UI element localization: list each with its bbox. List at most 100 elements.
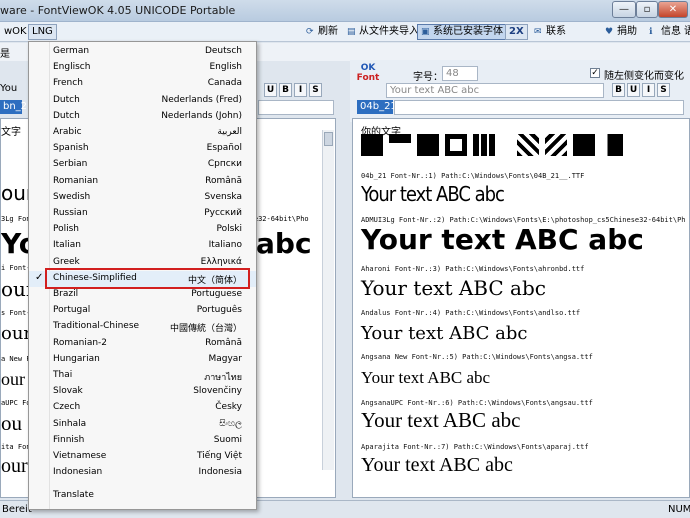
left-strike-button[interactable]: S xyxy=(309,83,322,97)
right-strike-button[interactable]: S xyxy=(657,83,670,97)
lng-button[interactable]: LNG xyxy=(28,24,57,40)
menu-item-native: ภาษาไทย xyxy=(204,373,242,383)
contact-icon: ✉ xyxy=(534,27,542,37)
menu-item-language[interactable]: Portugal Português xyxy=(29,303,256,319)
menu-item-language[interactable]: Serbian Српски xyxy=(29,157,256,173)
font-sample[interactable]: Your text ABC abc xyxy=(361,454,513,477)
menu-item-language[interactable]: French Canada xyxy=(29,76,256,92)
menu-item-language[interactable]: Spanish Español xyxy=(29,141,256,157)
scroll-thumb[interactable] xyxy=(324,132,333,146)
left-sample: our xyxy=(1,455,28,477)
menu-item-native: Deutsch xyxy=(204,46,242,56)
menu-item-language[interactable]: Romanian Română xyxy=(29,174,256,190)
right-font-dropdown[interactable] xyxy=(394,100,684,115)
right-bold-button[interactable]: B xyxy=(612,83,625,97)
menu-item-english: Romanian xyxy=(53,175,99,186)
menu-item-english: Arabic xyxy=(53,127,82,137)
menu-item-native: Română xyxy=(205,337,242,348)
right-selected-font[interactable]: 04b_21 xyxy=(357,100,397,114)
menu-item-native: Ελληνικά xyxy=(200,256,242,267)
menu-item-english: Serbian xyxy=(53,159,88,170)
info-button[interactable]: ℹ 信息 xyxy=(645,24,685,40)
menu-item-native: Svenska xyxy=(204,191,242,202)
right-underline-button[interactable]: U xyxy=(627,83,640,97)
menu-item-language[interactable]: Dutch Nederlands (Fred) xyxy=(29,93,256,109)
menu-item-native: Nederlands (John) xyxy=(161,110,242,121)
menu-item-native: Română xyxy=(205,175,242,186)
left-section-label: 文字 xyxy=(1,127,21,138)
menu-item-native: Indonesia xyxy=(198,467,242,478)
zoom-2x-button[interactable]: 2X xyxy=(505,24,528,40)
left-scrollbar[interactable] xyxy=(322,130,334,470)
right-italic-button[interactable]: I xyxy=(642,83,655,97)
left-input-fragment[interactable]: You xyxy=(0,83,28,99)
menu-item-language[interactable]: Dutch Nederlands (John) xyxy=(29,109,256,125)
font-sample[interactable]: Your text ABC abc xyxy=(361,408,520,433)
info-icon: ℹ xyxy=(649,27,653,37)
font-meta: Andalus Font-Nr.:4) Path:C:\Windows\Font… xyxy=(361,309,581,317)
maximize-button[interactable]: ▫ xyxy=(636,1,658,18)
import-folder-button[interactable]: ▤ 从文件夹导入 xyxy=(343,24,423,40)
menu-item-english: Hungarian xyxy=(53,353,100,364)
font-meta: 04b_21 Font-Nr.:1) Path:C:\Windows\Fonts… xyxy=(361,172,585,180)
menu-item-native: العربية xyxy=(217,127,242,137)
refresh-button[interactable]: ⟳ 刷新 xyxy=(302,24,342,40)
menu-item-language[interactable]: Thai ภาษาไทย xyxy=(29,368,256,384)
menu-item-language[interactable]: Traditional-Chinese 中國傳統（台灣） xyxy=(29,319,256,335)
fonts-icon: ▣ xyxy=(421,27,430,37)
menu-item-language[interactable]: Vietnamese Tiếng Việt xyxy=(29,449,256,465)
menu-item-language[interactable]: Englisch English xyxy=(29,60,256,76)
menu-item-language[interactable]: Polish Polski xyxy=(29,222,256,238)
font-sample[interactable]: Your text ABC abc xyxy=(361,276,546,300)
menu-item-english: Finnish xyxy=(53,434,85,445)
minimize-button[interactable]: — xyxy=(612,1,636,18)
contact-button[interactable]: ✉ 联系 xyxy=(530,24,570,40)
menu-item-translate[interactable]: Translate xyxy=(29,488,256,504)
font-sample[interactable]: Your text ABC abc xyxy=(361,368,490,388)
font-sample[interactable]: Your text ABC abc xyxy=(361,323,527,344)
donate-button[interactable]: ♥ 捐助 xyxy=(601,24,641,40)
menu-item-native: Portuguese xyxy=(191,289,242,299)
menu-item-language[interactable]: Hungarian Magyar xyxy=(29,352,256,368)
menu-item-language[interactable]: Swedish Svenska xyxy=(29,190,256,206)
menu-item-english: Swedish xyxy=(53,191,91,202)
font-sample[interactable]: Your text ABC abc xyxy=(361,182,505,206)
menu-item-language[interactable]: German Deutsch xyxy=(29,44,256,60)
left-underline-button[interactable]: U xyxy=(264,83,277,97)
menu-item-language[interactable]: Russian Русский xyxy=(29,206,256,222)
menu-item-language[interactable]: Indonesian Indonesia xyxy=(29,465,256,481)
font-sample[interactable]: Your text ABC abc xyxy=(361,223,644,256)
left-italic-button[interactable]: I xyxy=(294,83,307,97)
menu-item-language[interactable]: Slovak Slovenčiny xyxy=(29,384,256,400)
menu-item-english: Brazil xyxy=(53,289,79,299)
right-text-input[interactable]: Your text ABC abc xyxy=(386,83,604,98)
menu-item-language[interactable]: Finnish Suomi xyxy=(29,433,256,449)
menu-item-language[interactable]: Arabic العربية xyxy=(29,125,256,141)
left-sample: our xyxy=(1,369,25,389)
refresh-icon: ⟳ xyxy=(306,27,314,37)
follow-left-checkbox[interactable]: ✓ xyxy=(590,68,600,78)
menu-item-language[interactable]: Italian Italiano xyxy=(29,238,256,254)
menu-item-language[interactable]: Brazil Portuguese xyxy=(29,287,256,303)
title-bar: ware - FontViewOK 4.05 UNICODE Portable … xyxy=(0,0,690,22)
left-font-dropdown[interactable] xyxy=(258,100,334,115)
font-size-input[interactable]: 48 xyxy=(442,66,478,81)
language-short-button[interactable]: 语 xyxy=(680,24,690,40)
menu-item-language[interactable]: Sinhala සිංහල xyxy=(29,417,256,433)
installed-fonts-button[interactable]: ▣ 系统已安装字体 xyxy=(417,24,507,40)
font-size-label: 字号： xyxy=(413,72,443,83)
menu-item-english: Dutch xyxy=(53,94,80,105)
app-menu-fragment[interactable]: wOK xyxy=(0,24,31,40)
close-button[interactable]: ✕ xyxy=(658,1,688,18)
menu-item-language[interactable]: Romanian-2 Română xyxy=(29,336,256,352)
menu-item-native: 中國傳統（台灣） xyxy=(169,324,242,335)
menu-item-native: Magyar xyxy=(208,353,242,364)
right-font-panel[interactable]: 你的文字 04b_21 Font-Nr.:1) Path:C:\Windows\… xyxy=(352,118,690,498)
menu-item-english: Portugal xyxy=(53,305,91,316)
menu-item-native: Suomi xyxy=(213,434,242,445)
left-bold-button[interactable]: B xyxy=(279,83,292,97)
follow-left-label: 随左侧变化而变化 xyxy=(604,71,684,82)
left-sample: ou xyxy=(1,411,22,435)
left-selected-font[interactable]: bn_21 xyxy=(0,100,33,114)
menu-item-language[interactable]: Czech Česky xyxy=(29,400,256,416)
